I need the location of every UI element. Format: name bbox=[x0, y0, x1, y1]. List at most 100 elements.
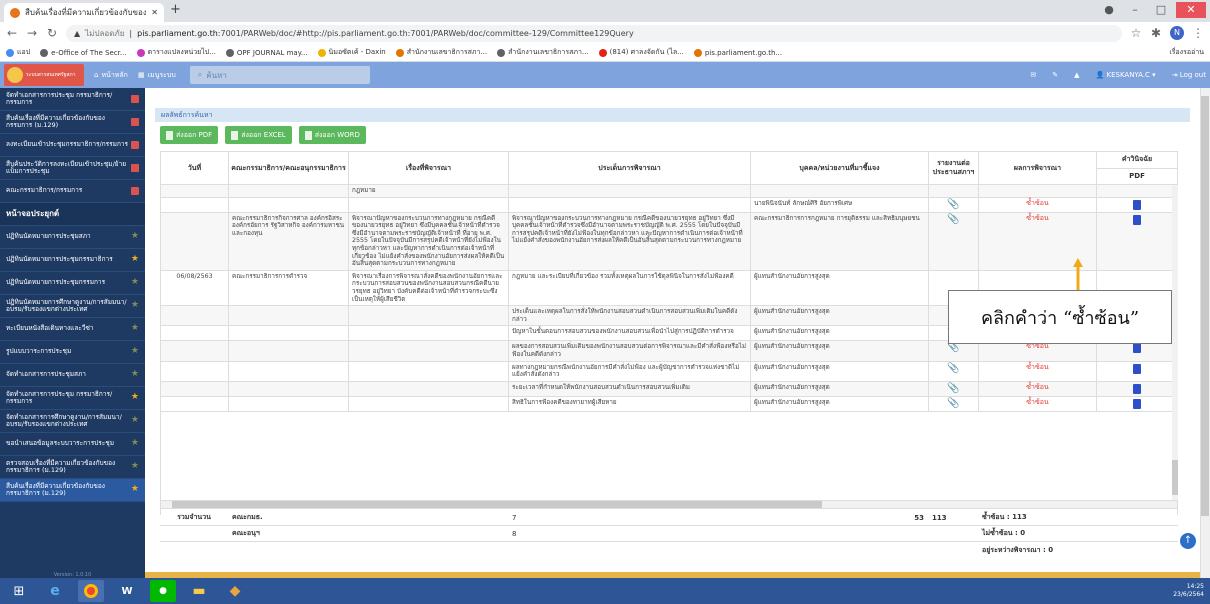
home-link[interactable]: ⌂ หน้าหลัก bbox=[94, 70, 128, 81]
sidebar-item[interactable]: ทะเบียนหนังสือเดินทางและวีซ่า ★ bbox=[0, 318, 145, 341]
star-icon[interactable]: ★ bbox=[131, 324, 139, 333]
logout-link[interactable]: ⇥ Log out bbox=[1172, 71, 1206, 79]
star-icon[interactable]: ★ bbox=[131, 347, 139, 356]
menu-icon[interactable]: ⋮ bbox=[1192, 26, 1204, 40]
sidebar-item[interactable]: ลงทะเบียนเข้าประชุมกรรมาธิการ/กรรมการ bbox=[0, 134, 145, 157]
attachment-icon[interactable]: 📎 bbox=[932, 398, 975, 409]
bookmark-label: ตารางแปลงหน่วยไป... bbox=[147, 48, 216, 56]
app-logo[interactable]: ระบบสารสนเทศรัฐสภา bbox=[4, 64, 84, 86]
attachment-icon[interactable]: 📎 bbox=[932, 199, 975, 210]
pdf-file-icon[interactable] bbox=[1133, 199, 1141, 210]
word-icon[interactable]: W bbox=[114, 580, 140, 602]
star-icon[interactable]: ★ bbox=[131, 255, 139, 264]
table-row: นายพินิจนันท์ ลักษณ์ศิริ อัยการพิเศษ 📎 ซ้ำ… bbox=[161, 197, 1177, 213]
sidebar-item[interactable]: จัดทำเอกสารการประชุม กรรมาธิการ/กรรมการ ★ bbox=[0, 387, 145, 410]
table-vscroll-thumb[interactable] bbox=[1172, 460, 1178, 495]
bookmark-item[interactable]: นิมอซัตเค้ - Daxin bbox=[317, 47, 386, 58]
star-icon[interactable]: ★ bbox=[131, 439, 139, 448]
bookmark-item[interactable]: pis.parliament.go.th... bbox=[693, 48, 782, 57]
bookmark-item[interactable]: แอป bbox=[6, 47, 30, 58]
attachment-icon[interactable]: 📎 bbox=[932, 383, 975, 394]
ie-icon[interactable]: e bbox=[42, 580, 68, 602]
star-icon[interactable]: ★ bbox=[131, 416, 139, 425]
profile-dot-icon[interactable]: ● bbox=[1098, 2, 1120, 18]
search-placeholder: ค้นหา bbox=[206, 70, 227, 80]
close-window-icon[interactable]: ✕ bbox=[1176, 2, 1206, 18]
sidebar-item[interactable]: ปฏิทินนัดหมายการศึกษาดูงาน/การสัมมนา/อบร… bbox=[0, 295, 145, 318]
pdf-file-icon[interactable] bbox=[1133, 398, 1141, 409]
minimize-icon[interactable]: – bbox=[1124, 2, 1146, 18]
star-icon[interactable]: ★ bbox=[131, 278, 139, 287]
page-scrollbar-thumb[interactable] bbox=[1201, 96, 1209, 516]
pdf-file-icon[interactable] bbox=[1133, 214, 1141, 225]
export-word-button[interactable]: ส่งออก WORD bbox=[298, 126, 366, 144]
bookmark-item[interactable]: e-Office of The Secr... bbox=[40, 48, 127, 57]
forward-icon[interactable]: → bbox=[26, 26, 38, 40]
sidebar-item[interactable]: จัดทำเอกสารการศึกษาดูงาน/การสัมมนา/อบรม/… bbox=[0, 410, 145, 433]
browser-tab[interactable]: สืบค้นเรื่องที่มีความเกี่ยวข้องกับของคณะ… bbox=[4, 3, 164, 22]
sidebar-item[interactable]: จัดทำเอกสารการประชุมสภา ★ bbox=[0, 364, 145, 387]
chat-icon[interactable]: ✉ bbox=[1030, 71, 1036, 79]
sidebar-item[interactable]: รูปแบบวาระการประชุม ★ bbox=[0, 341, 145, 364]
cell-person: ผู้แทนสำนักงานอัยการสูงสุด bbox=[751, 306, 929, 326]
bookmark-item[interactable]: สำนักงานเลขาธิการสภา... bbox=[395, 47, 487, 58]
duplicate-link[interactable]: ซ้ำซ้อน bbox=[982, 199, 1093, 208]
windows-start-icon[interactable]: ⊞ bbox=[6, 580, 32, 602]
sidebar-item[interactable]: ปฏิทินนัดหมายการประชุมกรรมาธิการ ★ bbox=[0, 249, 145, 272]
edit-icon[interactable]: ✎ bbox=[1052, 71, 1058, 79]
reading-list-button[interactable]: เรื่องรออ่าน bbox=[1169, 47, 1204, 58]
menu-link[interactable]: ▦ เมนูระบบ bbox=[138, 70, 176, 81]
scroll-top-button[interactable]: ↑ bbox=[1180, 533, 1196, 549]
paint-icon[interactable]: ◆ bbox=[222, 580, 248, 602]
back-icon[interactable]: ← bbox=[6, 26, 18, 40]
star-icon[interactable]: ★ bbox=[131, 370, 139, 379]
profile-avatar[interactable]: N bbox=[1170, 26, 1184, 40]
alert-icon[interactable]: ▲ bbox=[1074, 71, 1079, 79]
pdf-file-icon[interactable] bbox=[1133, 383, 1141, 394]
attachment-icon[interactable]: 📎 bbox=[932, 363, 975, 374]
folder-icon[interactable]: ▬ bbox=[186, 580, 212, 602]
attachment-icon[interactable]: 📎 bbox=[932, 214, 975, 225]
reload-icon[interactable]: ↻ bbox=[46, 26, 58, 40]
star-icon[interactable]: ☆ bbox=[1130, 26, 1142, 40]
duplicate-link[interactable]: ซ้ำซ้อน bbox=[982, 363, 1093, 372]
export-excel-button[interactable]: ส่งออก EXCEL bbox=[225, 126, 292, 144]
export-pdf-button[interactable]: ส่งออก PDF bbox=[160, 126, 219, 144]
attachment-icon[interactable]: 📎 bbox=[932, 343, 975, 353]
duplicate-link[interactable]: ซ้ำซ้อน bbox=[982, 214, 1093, 223]
search-box[interactable]: ⌕ ค้นหา bbox=[189, 66, 370, 84]
sidebar-item[interactable]: สืบค้นเรื่องที่มีความเกี่ยวข้องกับของกรร… bbox=[0, 479, 145, 502]
star-icon[interactable]: ★ bbox=[131, 393, 139, 402]
bookmark-item[interactable]: ตารางแปลงหน่วยไป... bbox=[136, 47, 216, 58]
new-tab-button[interactable]: + bbox=[170, 3, 186, 18]
maximize-icon[interactable]: □ bbox=[1150, 2, 1172, 18]
duplicate-link[interactable]: ซ้ำซ้อน bbox=[982, 398, 1093, 407]
sidebar-item[interactable]: ปฏิทินนัดหมายการประชุมสภา ★ bbox=[0, 226, 145, 249]
duplicate-link[interactable]: ซ้ำซ้อน bbox=[982, 383, 1093, 392]
user-menu[interactable]: 👤 KESKANYA.C ▾ bbox=[1096, 71, 1156, 79]
bookmark-item[interactable]: OPF JOURNAL may... bbox=[225, 48, 308, 57]
close-tab-icon[interactable]: ✕ bbox=[151, 8, 158, 17]
star-icon[interactable]: ★ bbox=[131, 462, 139, 471]
sidebar-item[interactable]: สืบค้นเรื่องที่มีความเกี่ยวข้องกับของกรร… bbox=[0, 111, 145, 134]
extensions-icon[interactable]: ✱ bbox=[1150, 26, 1162, 40]
star-icon[interactable]: ★ bbox=[131, 301, 139, 310]
table-vscroll[interactable] bbox=[1172, 185, 1178, 500]
pdf-file-icon[interactable] bbox=[1133, 343, 1141, 354]
sidebar-item[interactable]: ตรวจสอบเรื่องที่มีความเกี่ยวข้องกับของกร… bbox=[0, 456, 145, 479]
star-icon[interactable]: ★ bbox=[131, 232, 139, 241]
url-field[interactable]: ▲ ไม่ปลอดภัย | pis.parliament.go.th:7001… bbox=[66, 24, 1122, 42]
sidebar-item[interactable]: ขอนำเสนอข้อมูลระบบวาระการประชุม ★ bbox=[0, 433, 145, 456]
sidebar-item[interactable]: สืบค้นประวัติการลงทะเบียนเข้าประชุม/ย้าย… bbox=[0, 157, 145, 180]
table-hscroll-thumb[interactable] bbox=[172, 501, 822, 508]
sidebar-item[interactable]: ปฏิทินนัดหมายการประชุมกรรมการ ★ bbox=[0, 272, 145, 295]
pdf-file-icon[interactable] bbox=[1133, 363, 1141, 374]
bookmark-item[interactable]: สำนักงานเลขาธิการสภา... bbox=[497, 47, 589, 58]
bookmark-item[interactable]: (814) ศาลงจัดกัน (ไล... bbox=[598, 47, 684, 58]
chrome-icon[interactable] bbox=[78, 580, 104, 602]
line-icon[interactable]: ● bbox=[150, 580, 176, 602]
star-icon[interactable]: ★ bbox=[131, 485, 139, 494]
sidebar-item[interactable]: จัดทำเอกสารการประชุม กรรมาธิการ/กรรมการ bbox=[0, 88, 145, 111]
sidebar-item[interactable]: คณะกรรมาธิการ/กรรมการ bbox=[0, 180, 145, 203]
duplicate-link[interactable]: ซ้ำซ้อน bbox=[982, 343, 1093, 351]
